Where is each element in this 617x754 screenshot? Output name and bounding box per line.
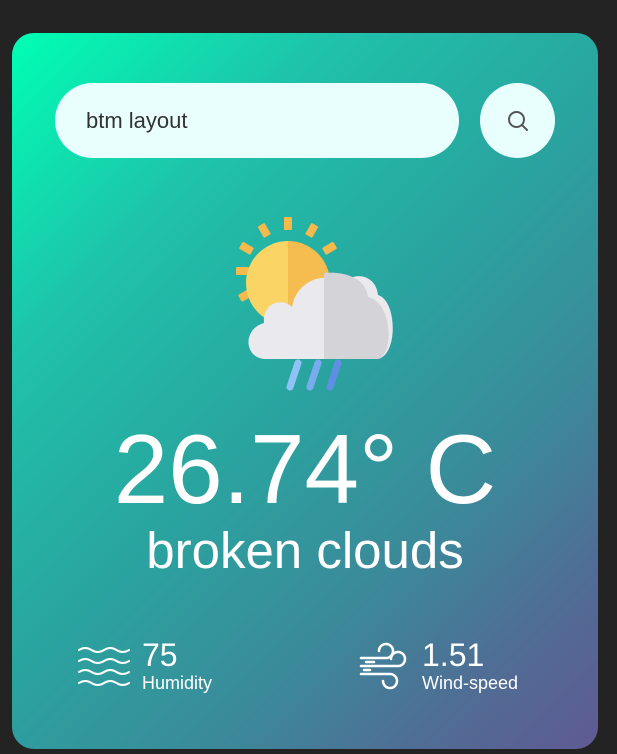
weather-card: 26.74° C broken clouds 75 Humidity — [12, 33, 598, 749]
humidity-waves-icon — [78, 647, 130, 686]
wind-value: 1.51 — [422, 637, 485, 673]
search-icon — [507, 110, 528, 131]
sun-cloud-rain-icon — [236, 217, 393, 391]
wind-label: Wind-speed — [422, 673, 519, 693]
humidity-value: 75 — [142, 637, 178, 673]
weather-description: broken clouds — [146, 522, 464, 579]
wind-icon — [359, 642, 407, 690]
search-input[interactable] — [55, 83, 459, 158]
humidity-label: Humidity — [142, 673, 213, 693]
humidity-stat: 75 Humidity — [78, 638, 212, 694]
search-button[interactable] — [480, 83, 555, 158]
wind-stat: 1.51 Wind-speed — [358, 638, 518, 694]
temperature: 26.74° C — [113, 414, 497, 524]
